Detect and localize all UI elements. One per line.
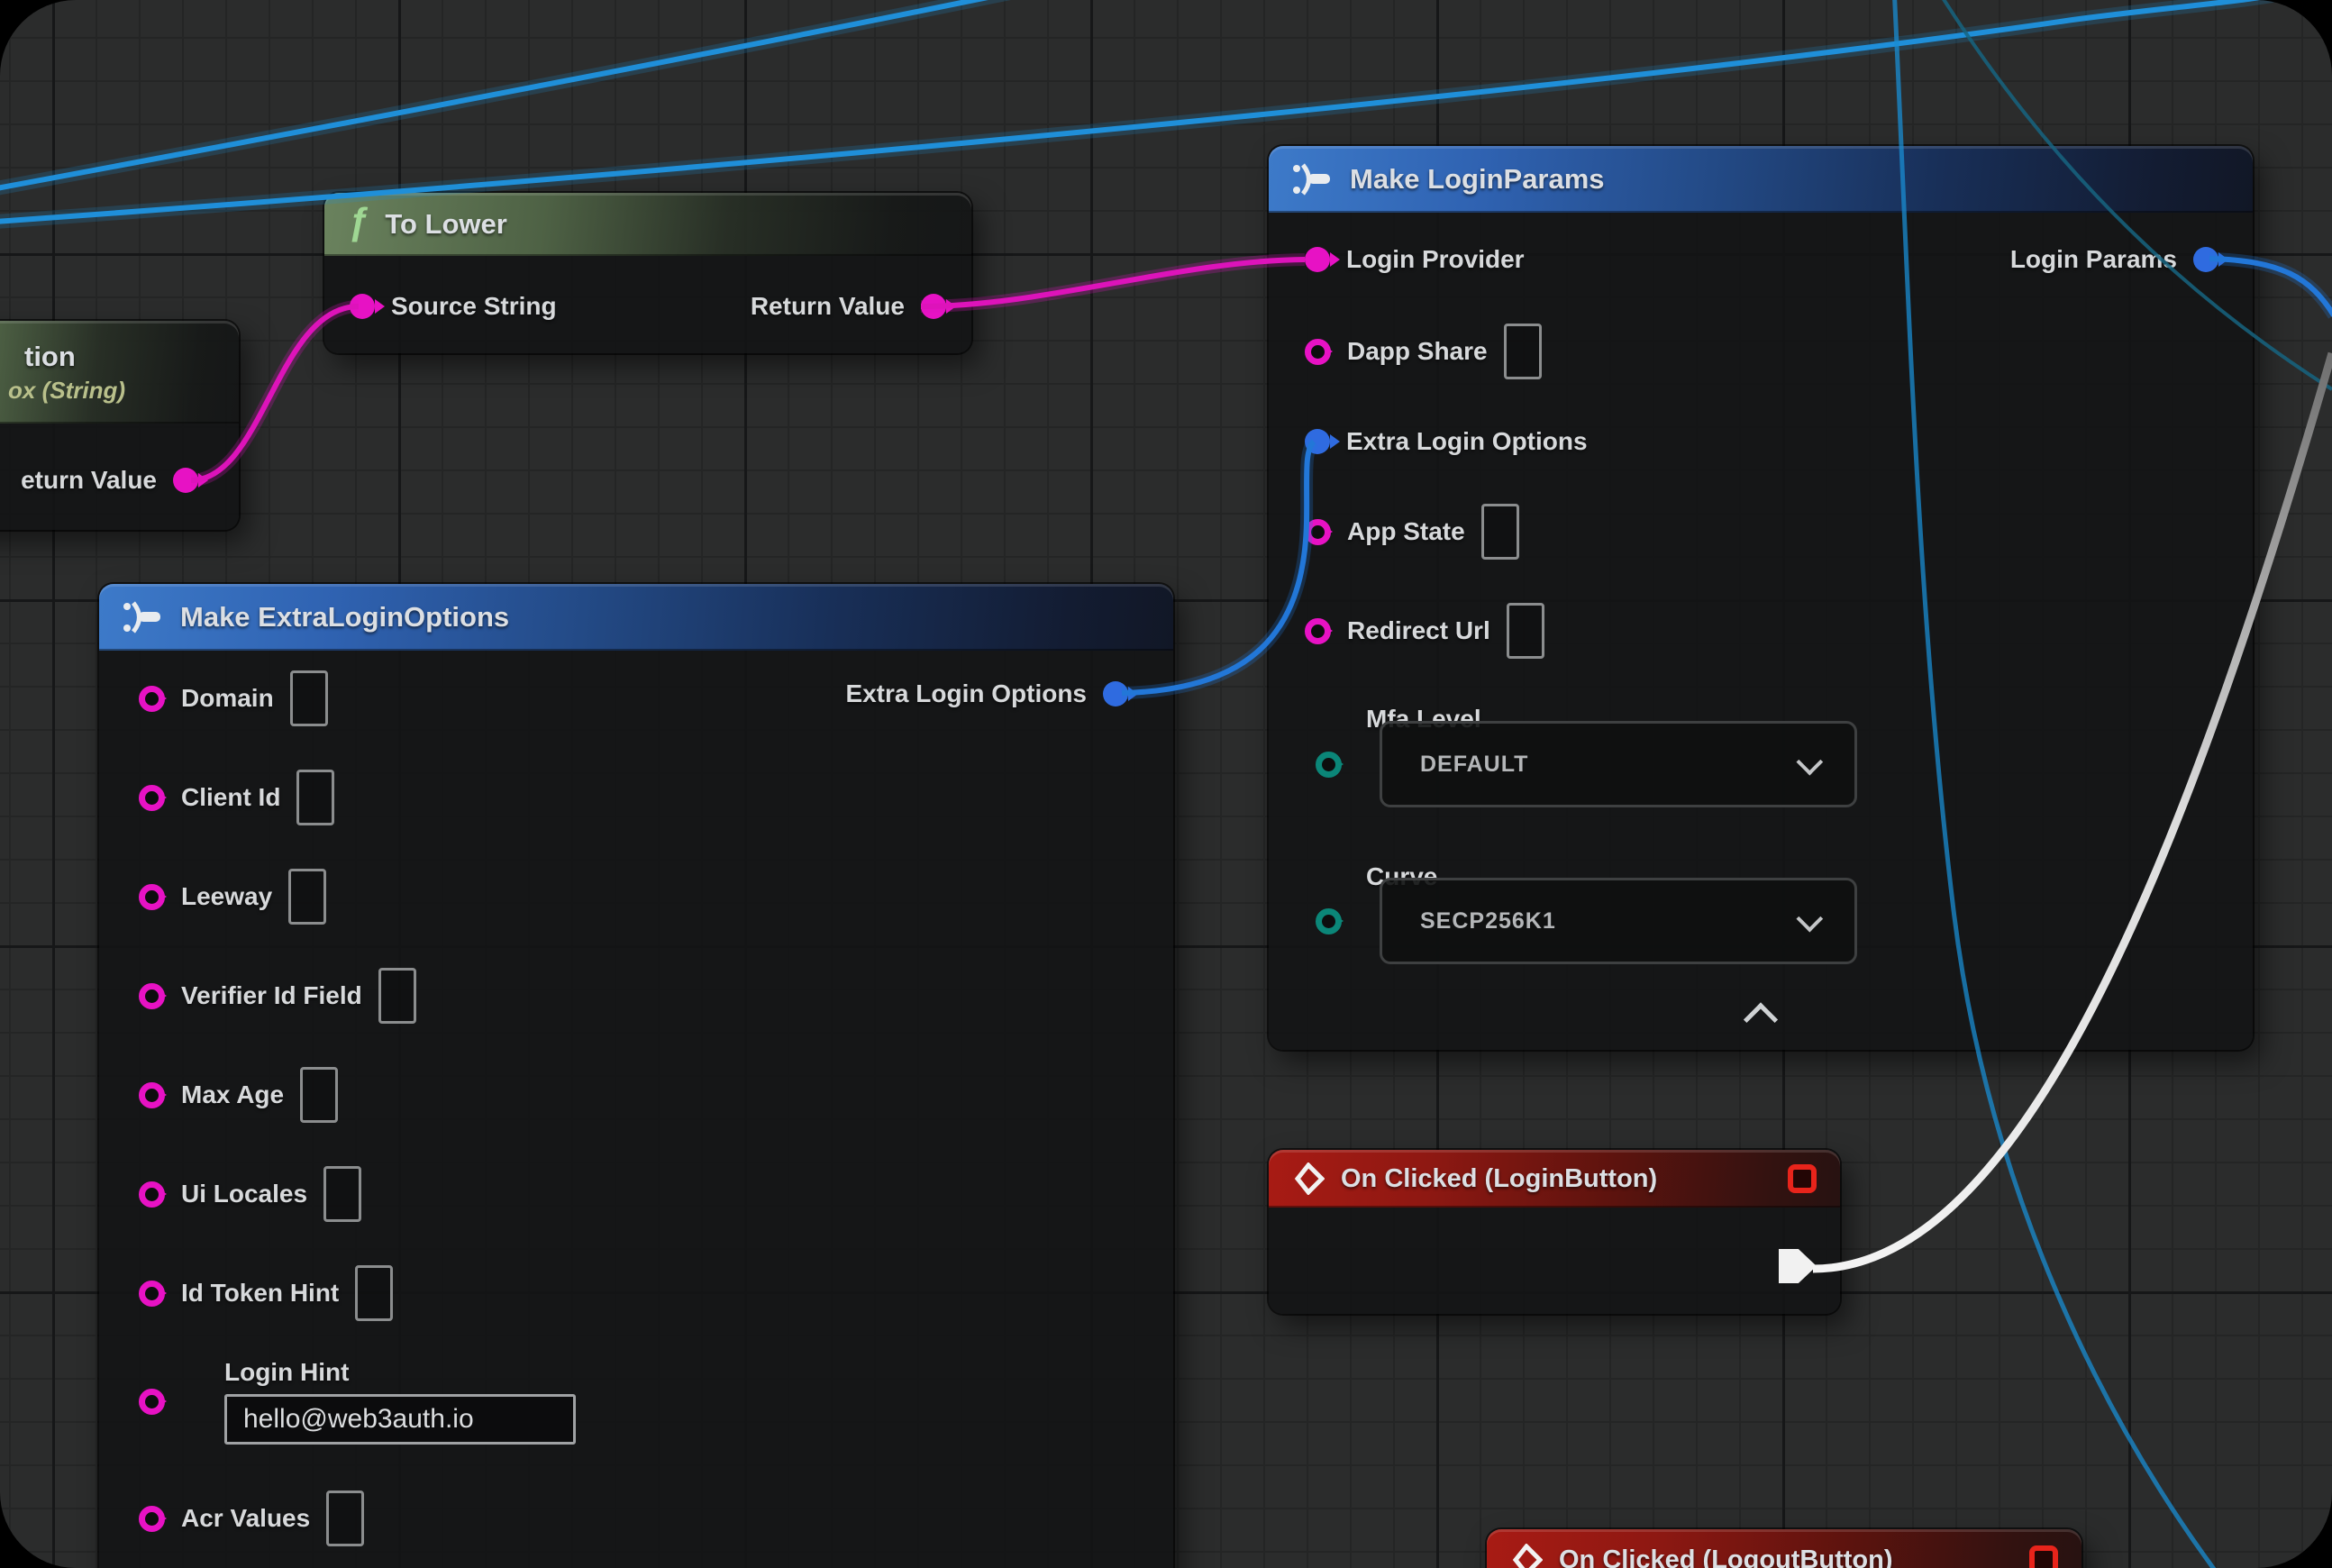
ui-locales-pin[interactable] bbox=[139, 1181, 165, 1208]
pin-label: App State bbox=[1347, 517, 1465, 546]
dapp-share-pin[interactable] bbox=[1305, 339, 1331, 365]
node-title: Make ExtraLoginOptions bbox=[180, 601, 509, 634]
acr-values-pin[interactable] bbox=[139, 1506, 165, 1532]
login-hint-value: hello@web3auth.io bbox=[243, 1404, 474, 1435]
wire-magenta-to-login-provider bbox=[921, 260, 1305, 306]
pin-label: Extra Login Options bbox=[1346, 427, 1588, 456]
pin-label: Source String bbox=[391, 292, 557, 321]
node-header[interactable]: Make LoginParams bbox=[1269, 146, 2253, 213]
node-header[interactable]: ƒ To Lower bbox=[324, 193, 971, 256]
pin-label: Verifier Id Field bbox=[181, 981, 362, 1010]
chevron-up-icon bbox=[1744, 1002, 1778, 1036]
node-make-login-params[interactable]: Make LoginParams Login Provider Login Pa… bbox=[1269, 146, 2253, 1050]
pin-label: Login Params bbox=[2010, 245, 2177, 274]
pin-label: Domain bbox=[181, 684, 274, 713]
chevron-down-icon bbox=[1796, 905, 1823, 932]
node-on-clicked-logout-button[interactable]: On Clicked (LogoutButton) bbox=[1487, 1529, 2081, 1568]
redirect-url-pin[interactable] bbox=[1305, 618, 1331, 644]
function-icon: ƒ bbox=[348, 203, 369, 241]
wire-blue-top-1 bbox=[0, 0, 1054, 191]
login-params-pin[interactable] bbox=[2193, 247, 2218, 272]
node-header[interactable]: Make ExtraLoginOptions bbox=[99, 584, 1173, 651]
make-struct-icon bbox=[1292, 161, 1334, 197]
pin-label: Ui Locales bbox=[181, 1180, 307, 1208]
node-subtitle-fragment: ox (String) bbox=[8, 377, 125, 405]
mfa-level-dropdown[interactable]: DEFAULT bbox=[1380, 721, 1857, 807]
node-get-option-partial[interactable]: tion ox (String) eturn Value bbox=[0, 321, 239, 530]
node-title: On Clicked (LogoutButton) bbox=[1559, 1545, 1893, 1568]
wire-blue-top-1 bbox=[0, 0, 1054, 191]
leeway-input[interactable] bbox=[288, 869, 326, 925]
verifier-id-field-pin[interactable] bbox=[139, 983, 165, 1009]
leeway-pin[interactable] bbox=[139, 884, 165, 910]
node-title: To Lower bbox=[385, 208, 506, 241]
chevron-down-icon bbox=[1796, 748, 1823, 775]
collapse-node-button[interactable] bbox=[1749, 1007, 1773, 1032]
domain-input[interactable] bbox=[290, 670, 328, 726]
max-age-pin[interactable] bbox=[139, 1082, 165, 1108]
node-on-clicked-login-button[interactable]: On Clicked (LoginButton) bbox=[1269, 1150, 1840, 1314]
id-token-hint-input[interactable] bbox=[355, 1265, 393, 1321]
extra-login-options-out-pin[interactable] bbox=[1103, 681, 1128, 707]
pin-label: Redirect Url bbox=[1347, 616, 1490, 645]
redirect-url-input[interactable] bbox=[1507, 603, 1544, 659]
pin-label: Login Provider bbox=[1346, 245, 1525, 274]
pin-label: Id Token Hint bbox=[181, 1279, 339, 1308]
login-hint-label: Login Hint bbox=[224, 1358, 576, 1387]
mfa-level-value: DEFAULT bbox=[1420, 752, 1528, 778]
node-to-lower[interactable]: ƒ To Lower Source String Return Value bbox=[324, 193, 971, 353]
pin-label: eturn Value bbox=[21, 466, 157, 495]
event-binding-icon[interactable] bbox=[1788, 1164, 1817, 1193]
client-id-input[interactable] bbox=[296, 770, 334, 825]
pin-label: Extra Login Options bbox=[845, 679, 1087, 708]
make-struct-icon bbox=[123, 599, 164, 635]
blueprint-editor: tion ox (String) eturn Value ƒ To Lower … bbox=[0, 0, 2332, 1568]
mfa-level-pin[interactable] bbox=[1316, 752, 1342, 778]
event-icon bbox=[1510, 1544, 1543, 1568]
login-provider-pin[interactable] bbox=[1305, 247, 1330, 272]
source-string-pin[interactable] bbox=[350, 294, 375, 319]
acr-values-input[interactable] bbox=[326, 1491, 364, 1546]
login-hint-input[interactable]: hello@web3auth.io bbox=[224, 1394, 576, 1445]
pin-label: Dapp Share bbox=[1347, 337, 1488, 366]
node-header[interactable]: tion ox (String) bbox=[0, 321, 239, 424]
pin-label: Return Value bbox=[751, 292, 905, 321]
pin-label: Client Id bbox=[181, 783, 280, 812]
event-binding-icon[interactable] bbox=[2029, 1545, 2058, 1568]
event-icon bbox=[1292, 1162, 1325, 1195]
app-state-input[interactable] bbox=[1481, 504, 1519, 560]
node-title-fragment: tion bbox=[24, 341, 76, 373]
pin-label: Max Age bbox=[181, 1080, 284, 1109]
curve-pin[interactable] bbox=[1316, 908, 1342, 934]
max-age-input[interactable] bbox=[300, 1067, 338, 1123]
client-id-pin[interactable] bbox=[139, 785, 165, 811]
id-token-hint-pin[interactable] bbox=[139, 1281, 165, 1307]
return-value-pin[interactable] bbox=[921, 294, 946, 319]
app-state-pin[interactable] bbox=[1305, 519, 1331, 545]
verifier-id-field-input[interactable] bbox=[378, 968, 416, 1024]
node-title: Make LoginParams bbox=[1350, 163, 1605, 196]
exec-out-pin[interactable] bbox=[1779, 1249, 1817, 1283]
return-value-pin[interactable] bbox=[173, 468, 198, 493]
curve-dropdown[interactable]: SECP256K1 bbox=[1380, 878, 1857, 964]
extra-login-options-pin[interactable] bbox=[1305, 429, 1330, 454]
blueprint-graph-canvas[interactable]: tion ox (String) eturn Value ƒ To Lower … bbox=[0, 0, 2332, 1568]
node-title: On Clicked (LoginButton) bbox=[1341, 1164, 1657, 1194]
node-header[interactable]: On Clicked (LoginButton) bbox=[1269, 1150, 1840, 1208]
domain-pin[interactable] bbox=[139, 686, 165, 712]
node-header[interactable]: On Clicked (LogoutButton) bbox=[1487, 1529, 2081, 1568]
ui-locales-input[interactable] bbox=[323, 1166, 361, 1222]
curve-value: SECP256K1 bbox=[1420, 908, 1556, 934]
pin-label: Leeway bbox=[181, 882, 272, 911]
pin-label: Acr Values bbox=[181, 1504, 310, 1533]
dapp-share-input[interactable] bbox=[1504, 324, 1542, 379]
wire-magenta-to-login-provider bbox=[921, 260, 1305, 306]
node-make-extra-login-options[interactable]: Make ExtraLoginOptions Extra Login Optio… bbox=[99, 584, 1173, 1568]
login-hint-pin[interactable] bbox=[139, 1389, 165, 1415]
